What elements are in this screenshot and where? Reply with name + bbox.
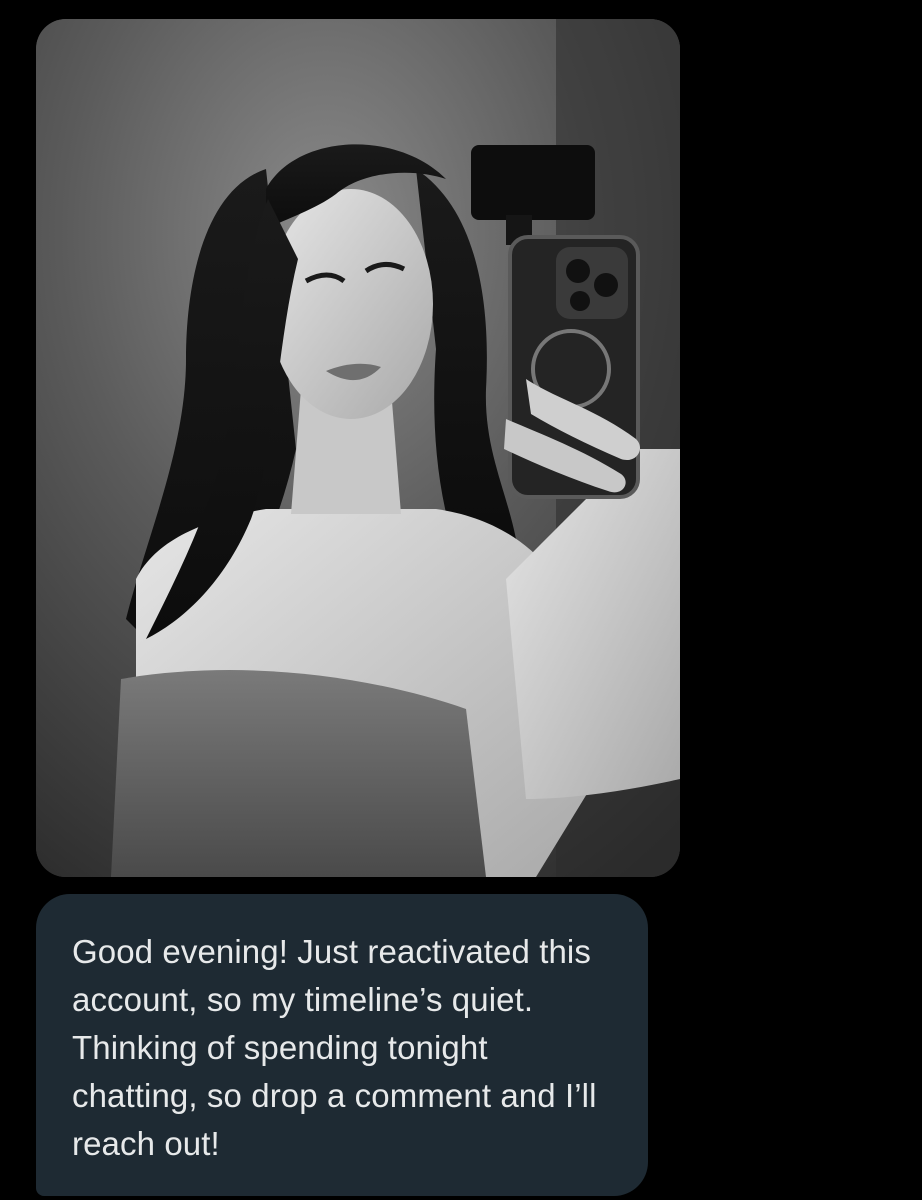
message-text: Good evening! Just reactivated this acco… <box>72 933 597 1162</box>
image-attachment[interactable] <box>36 19 680 877</box>
message-bubble[interactable]: Good evening! Just reactivated this acco… <box>36 894 648 1196</box>
dm-conversation-screen: Good evening! Just reactivated this acco… <box>0 0 922 1200</box>
photo-icon <box>36 19 680 877</box>
